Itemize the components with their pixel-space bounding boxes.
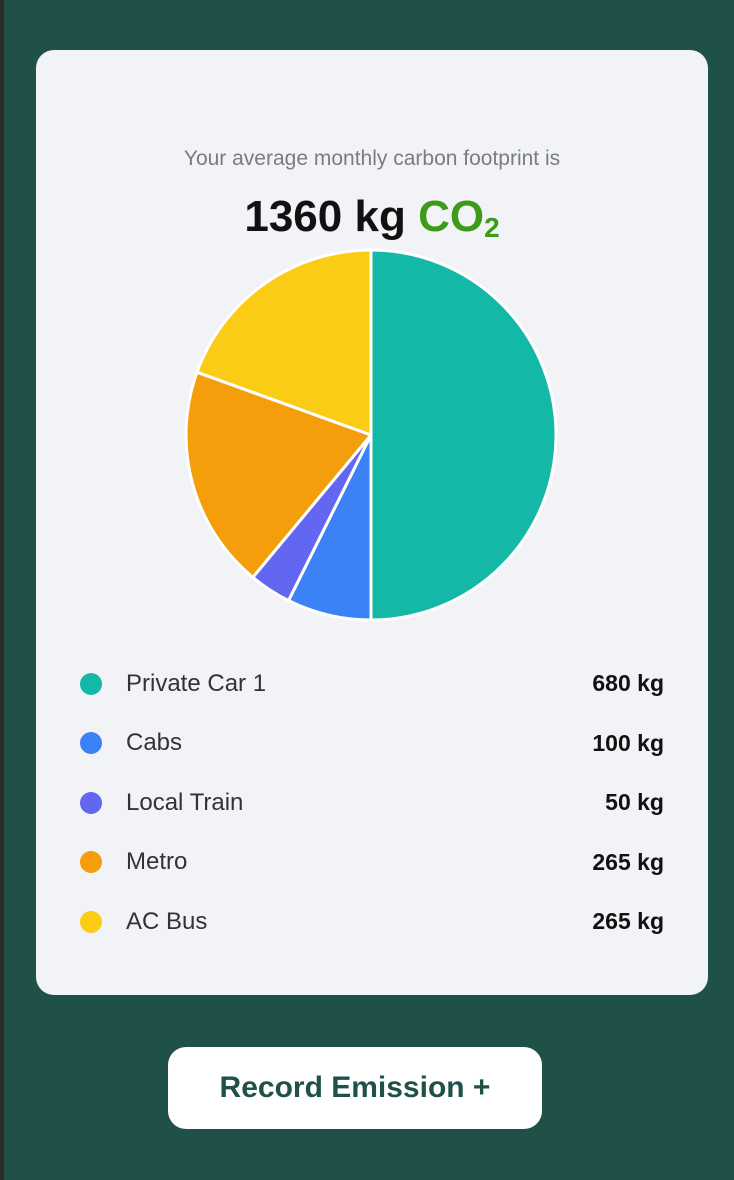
legend-value: 100 kg bbox=[592, 729, 664, 756]
legend-value: 50 kg bbox=[605, 789, 664, 816]
legend-item: Private Car 1 680 kg bbox=[80, 654, 664, 714]
legend-item: Cabs 100 kg bbox=[80, 714, 664, 774]
window-edge bbox=[0, 0, 4, 1180]
legend-dot bbox=[80, 851, 102, 874]
legend-dot bbox=[80, 672, 102, 695]
legend-label: AC Bus bbox=[126, 907, 208, 935]
legend-value: 265 kg bbox=[592, 848, 664, 875]
gas-main: CO bbox=[418, 192, 485, 241]
footprint-total: 1360 kg CO2 bbox=[36, 190, 708, 255]
legend-dot bbox=[80, 732, 102, 755]
legend-label: Cabs bbox=[126, 729, 183, 757]
legend-dot bbox=[80, 910, 102, 933]
footprint-subtitle: Your average monthly carbon footprint is bbox=[183, 147, 561, 170]
legend-dot bbox=[80, 791, 102, 814]
legend-item: Metro 265 kg bbox=[80, 833, 664, 893]
legend-value: 680 kg bbox=[592, 670, 664, 697]
gas-label: CO2 bbox=[418, 192, 500, 243]
gas-subscript: 2 bbox=[484, 212, 500, 243]
emissions-pie-chart bbox=[184, 248, 558, 622]
legend-label: Private Car 1 bbox=[126, 669, 267, 697]
legend-label: Metro bbox=[126, 848, 188, 876]
record-emission-button[interactable]: Record Emission + bbox=[168, 1047, 542, 1129]
legend-label: Local Train bbox=[126, 788, 244, 816]
pie-slice-private-car-1 bbox=[369, 248, 558, 622]
legend-item: AC Bus 265 kg bbox=[80, 892, 664, 952]
emissions-legend: Private Car 1 680 kg Cabs 100 kg Local T… bbox=[80, 654, 664, 952]
legend-item: Local Train 50 kg bbox=[80, 773, 664, 833]
footprint-amount: 1360 kg bbox=[244, 192, 406, 241]
footprint-card: Your average monthly carbon footprint is… bbox=[36, 50, 708, 995]
legend-value: 265 kg bbox=[592, 908, 664, 935]
pie-svg bbox=[184, 248, 558, 622]
